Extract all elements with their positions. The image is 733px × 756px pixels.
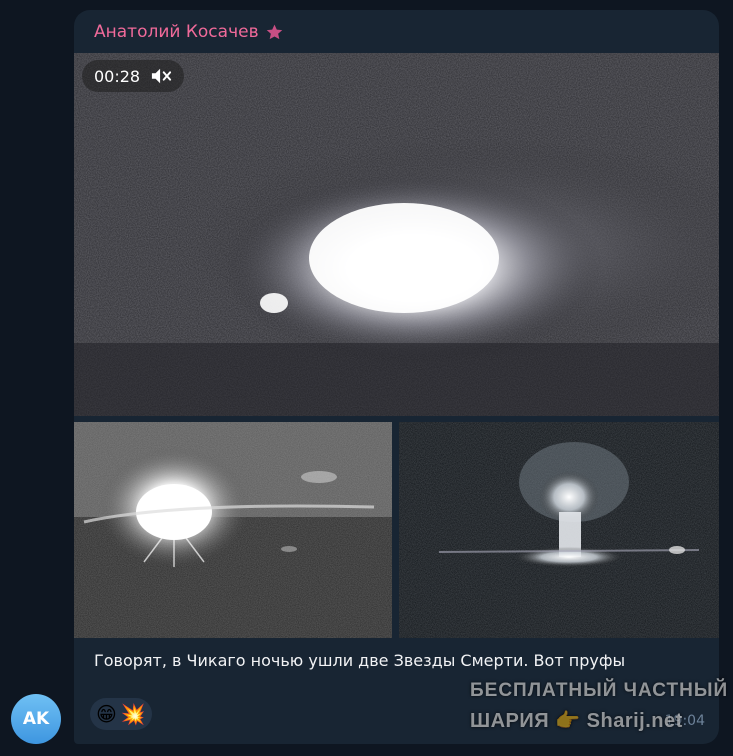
message-caption: Говорят, в Чикаго ночью ушли две Звезды … <box>94 651 626 670</box>
sender-name[interactable]: Анатолий Косачев <box>94 22 259 42</box>
reactions-bar: 😁 💥 <box>90 698 152 730</box>
avatar[interactable]: AK <box>11 694 61 744</box>
photo-thumbnail-2[interactable] <box>399 422 719 638</box>
message-bubble: Анатолий Косачев 00:28 Говорят, в Чикаго… <box>74 10 719 744</box>
video-duration-badge[interactable]: 00:28 <box>82 60 185 92</box>
reaction-grin[interactable]: 😁 <box>96 701 117 727</box>
message-time: 19:04 <box>664 713 705 729</box>
video-duration: 00:28 <box>94 66 141 86</box>
speaker-muted-icon[interactable] <box>150 66 172 86</box>
sender-name-row[interactable]: Анатолий Косачев <box>94 22 284 42</box>
star-icon <box>266 24 282 39</box>
reaction-explosion[interactable]: 💥 <box>121 701 146 727</box>
video-thumbnail[interactable] <box>74 53 719 416</box>
photo-thumbnail-1[interactable] <box>74 422 392 638</box>
